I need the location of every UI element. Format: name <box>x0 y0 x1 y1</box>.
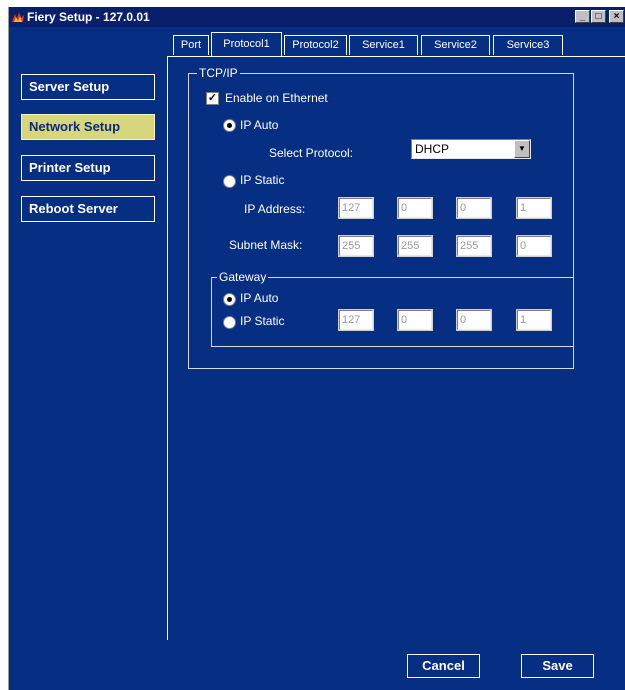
save-button[interactable]: Save <box>521 654 594 678</box>
gateway-ip-auto-radio[interactable] <box>223 293 236 306</box>
subnet-mask-octet-4[interactable]: 0 <box>516 235 552 257</box>
select-protocol-dropdown[interactable]: DHCP ▼ <box>411 139 531 159</box>
gateway-ip-static-label: IP Static <box>240 314 285 328</box>
ip-address-octet-2[interactable]: 0 <box>397 197 433 219</box>
ip-address-label: IP Address: <box>244 202 306 216</box>
gateway-legend: Gateway <box>217 270 269 284</box>
subnet-mask-octet-1[interactable]: 255 <box>338 235 374 257</box>
ip-static-radio[interactable] <box>223 175 236 188</box>
tab-service2[interactable]: Service2 <box>421 35 490 55</box>
tcpip-legend: TCP/IP <box>197 66 240 80</box>
ip-auto-radio[interactable] <box>223 119 236 132</box>
sidebar: Server Setup Network Setup Printer Setup… <box>9 27 167 690</box>
minimize-button[interactable]: _ <box>575 10 590 23</box>
radio-selected-dot <box>227 297 232 302</box>
tab-service1[interactable]: Service1 <box>349 35 418 55</box>
tab-port[interactable]: Port <box>173 35 209 55</box>
cancel-button[interactable]: Cancel <box>407 654 480 678</box>
gateway-octet-4[interactable]: 1 <box>516 309 552 331</box>
gateway-ip-static-radio[interactable] <box>223 316 236 329</box>
gateway-octet-1[interactable]: 127 <box>338 309 374 331</box>
radio-selected-dot <box>227 123 232 128</box>
select-protocol-label: Select Protocol: <box>269 146 354 160</box>
tab-bar: Port Protocol1 Protocol2 Service1 Servic… <box>167 32 625 57</box>
tab-protocol1[interactable]: Protocol1 <box>211 32 282 56</box>
ip-address-octet-3[interactable]: 0 <box>456 197 492 219</box>
fiery-app-icon <box>12 12 24 22</box>
gateway-octet-2[interactable]: 0 <box>397 309 433 331</box>
sidebar-item-reboot-server[interactable]: Reboot Server <box>21 196 155 222</box>
ip-static-label: IP Static <box>240 173 285 187</box>
ip-address-octet-4[interactable]: 1 <box>516 197 552 219</box>
tab-service3[interactable]: Service3 <box>493 35 563 55</box>
tab-content-panel: TCP/IP ✓ Enable on Ethernet IP Auto Sele… <box>167 56 625 640</box>
chevron-down-icon[interactable]: ▼ <box>514 140 530 158</box>
sidebar-item-printer-setup[interactable]: Printer Setup <box>21 155 155 181</box>
enable-ethernet-checkbox[interactable]: ✓ <box>206 92 219 105</box>
maximize-button[interactable]: □ <box>591 10 606 23</box>
window-title: Fiery Setup - 127.0.01 <box>27 10 150 24</box>
enable-ethernet-label: Enable on Ethernet <box>225 91 328 105</box>
title-bar: Fiery Setup - 127.0.01 _ □ × <box>9 7 625 27</box>
subnet-mask-label: Subnet Mask: <box>229 238 303 252</box>
subnet-mask-octet-3[interactable]: 255 <box>456 235 492 257</box>
close-button[interactable]: × <box>609 10 624 23</box>
fiery-setup-window: Fiery Setup - 127.0.01 _ □ × Server Setu… <box>8 7 625 690</box>
gateway-ip-auto-label: IP Auto <box>240 291 279 305</box>
select-protocol-value: DHCP <box>415 142 450 156</box>
ip-auto-label: IP Auto <box>240 118 279 132</box>
gateway-group: Gateway IP Auto IP Static 127 0 0 1 <box>211 270 574 347</box>
tab-protocol2[interactable]: Protocol2 <box>284 35 347 55</box>
subnet-mask-octet-2[interactable]: 255 <box>397 235 433 257</box>
sidebar-item-network-setup[interactable]: Network Setup <box>21 114 155 140</box>
ip-address-octet-1[interactable]: 127 <box>338 197 374 219</box>
gateway-octet-3[interactable]: 0 <box>456 309 492 331</box>
sidebar-item-server-setup[interactable]: Server Setup <box>21 74 155 100</box>
tcpip-group: TCP/IP ✓ Enable on Ethernet IP Auto Sele… <box>188 66 574 369</box>
